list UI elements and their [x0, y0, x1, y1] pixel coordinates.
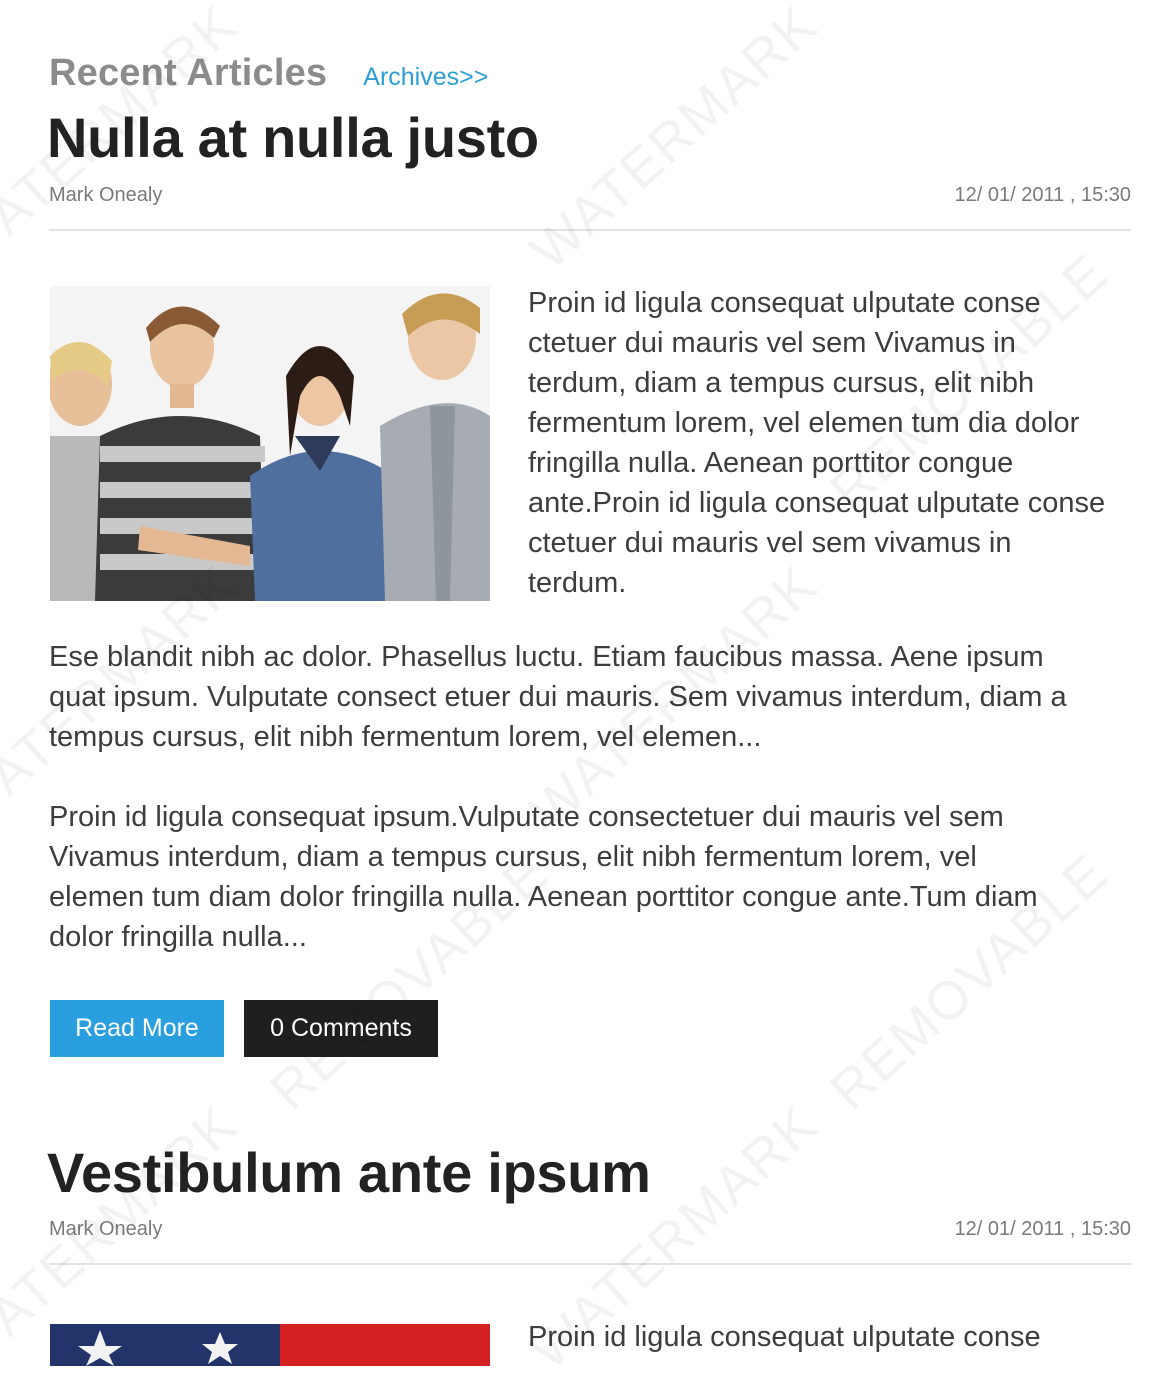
article-thumbnail[interactable] — [50, 286, 490, 601]
article-date: 12/ 01/ 2011 , 15:30 — [954, 1218, 1131, 1240]
article-title[interactable]: Nulla at nulla justo — [47, 110, 539, 166]
article-paragraph: Proin id ligula consequat ipsum.Vulputat… — [49, 801, 1038, 953]
article-date: 12/ 01/ 2011 , 15:30 — [954, 184, 1131, 206]
article-meta: Mark Onealy 12/ 01/ 2011 , 15:30 — [49, 184, 1131, 207]
article-author: Mark Onealy — [49, 1218, 163, 1240]
divider — [49, 1263, 1131, 1265]
section-header: Recent Articles Archives>> — [49, 52, 488, 100]
article-paragraph: Ese blandit nibh ac dolor. Phasellus luc… — [49, 641, 1067, 753]
article-thumbnail[interactable] — [50, 1324, 490, 1366]
archives-link[interactable]: Archives>> — [363, 63, 488, 92]
watermark-text: WATERMARK — [519, 0, 830, 282]
article-title[interactable]: Vestibulum ante ipsum — [47, 1145, 651, 1201]
article-intro: Proin id ligula consequat ulputate conse… — [528, 287, 1106, 599]
article-intro: Proin id ligula consequat ulputate conse — [528, 1321, 1041, 1353]
divider — [49, 229, 1131, 231]
article-meta: Mark Onealy 12/ 01/ 2011 , 15:30 — [49, 1218, 1131, 1241]
read-more-button[interactable]: Read More — [50, 1000, 224, 1057]
flag-photo-icon — [50, 1324, 490, 1366]
comments-button[interactable]: 0 Comments — [244, 1000, 438, 1057]
section-title: Recent Articles — [49, 52, 328, 94]
article-author: Mark Onealy — [49, 184, 163, 206]
group-photo-icon — [50, 286, 490, 601]
